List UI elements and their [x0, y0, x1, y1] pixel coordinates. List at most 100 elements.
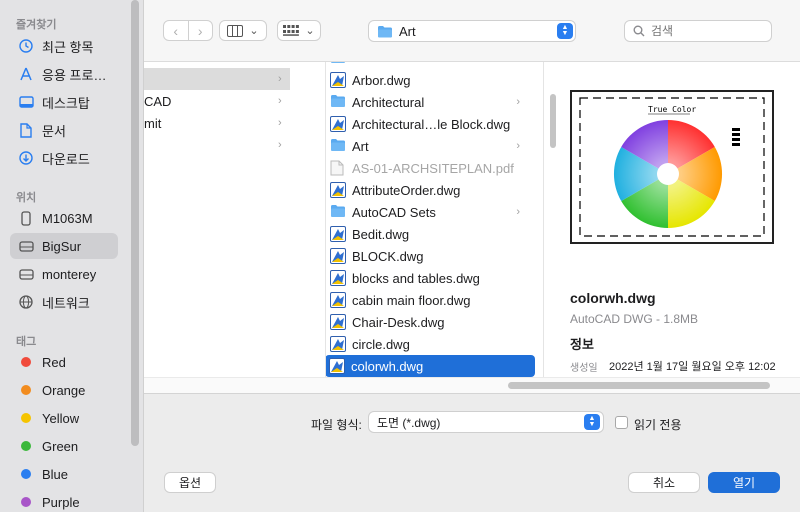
file-name-label: Arbor.dwg	[352, 72, 411, 88]
sidebar-item-label: Red	[42, 354, 66, 370]
pdf-file-icon	[330, 160, 346, 176]
columns-view-icon	[227, 24, 244, 37]
file-row[interactable]: circle.dwg	[326, 333, 534, 355]
chevron-right-icon: ›	[197, 22, 203, 39]
sidebar-item-bigsur[interactable]: BigSur	[10, 233, 118, 259]
bottom-panel: 파일 형식: 도면 (*.dwg) ▲ ▼ 읽기 전용 옵션 취소 열기	[144, 393, 800, 512]
chevron-down-icon: ⌄	[305, 25, 315, 37]
folder-row[interactable]: Art ›	[326, 135, 534, 157]
sidebar-item-label: BigSur	[42, 238, 82, 254]
popup-stepper-icon: ▲ ▼	[557, 23, 573, 39]
toolbar: ‹ › ⌄ ⌄ Art ▲ ▼	[144, 0, 800, 62]
sidebar-item-monterey[interactable]: monterey	[10, 261, 118, 287]
search-input[interactable]	[651, 24, 761, 38]
sidebar-item-label: 데스크탑	[42, 95, 90, 111]
sidebar-tag-yellow[interactable]: Yellow	[10, 405, 118, 431]
dwg-file-icon	[330, 182, 346, 198]
chevron-right-icon: ›	[278, 95, 282, 107]
file-name-label: Art	[352, 138, 369, 154]
file-name-label: AutoCAD Sets	[352, 204, 436, 220]
search-icon	[633, 25, 645, 37]
sidebar-item-recents[interactable]: 최근 항목	[10, 33, 118, 59]
chevron-right-icon: ›	[516, 96, 520, 108]
sidebar-tag-blue[interactable]: Blue	[10, 461, 118, 487]
desktop-icon	[18, 94, 34, 110]
created-label: 생성일	[570, 363, 598, 374]
horizontal-scroll-thumb[interactable]	[508, 382, 770, 389]
folder-icon	[330, 138, 346, 154]
options-button[interactable]: 옵션	[164, 472, 216, 493]
file-row[interactable]: BLOCK.dwg	[326, 245, 534, 267]
column-parent: › CAD › mit › ›	[144, 62, 326, 377]
dwg-file-icon	[330, 336, 346, 352]
list-item[interactable]: mit	[144, 112, 290, 134]
file-row[interactable]: Chair-Desk.dwg	[326, 311, 534, 333]
path-popup[interactable]: Art ▲ ▼	[368, 20, 576, 42]
sidebar-tag-orange[interactable]: Orange	[10, 377, 118, 403]
file-row[interactable]: Bedit.dwg	[326, 223, 534, 245]
group-button[interactable]: ⌄	[277, 20, 321, 41]
dwg-file-icon	[330, 248, 346, 264]
sidebar-item-downloads[interactable]: 다운로드	[10, 145, 118, 171]
file-row[interactable]: Architectural…le Block.dwg	[326, 113, 534, 135]
view-mode-button[interactable]: ⌄	[219, 20, 267, 41]
file-row[interactable]: Arbor.dwg	[326, 69, 534, 91]
file-name-label: Architectural	[352, 94, 425, 110]
read-only-checkbox[interactable]	[615, 416, 628, 429]
preview-pane: True Color colorwh.dwg AutoCAD DWG - 1.8…	[556, 62, 800, 377]
horizontal-scrollbar	[144, 377, 800, 393]
dwg-file-icon	[329, 358, 345, 374]
created-value: 2022년 1월 17일 월요일 오후 12:02	[609, 361, 776, 373]
file-format-value: 도면 (*.dwg)	[377, 415, 441, 430]
sidebar-item-label: Yellow	[42, 410, 80, 426]
file-name-label: blocks and tables.dwg	[352, 270, 480, 286]
sidebar-item-desktop[interactable]: 데스크탑	[10, 89, 118, 115]
dwg-file-icon	[330, 226, 346, 242]
favorites-section-title: 즐겨찾기	[16, 19, 57, 31]
file-format-label: 파일 형식:	[311, 418, 362, 432]
tag-color-dot	[18, 494, 34, 510]
back-button[interactable]: ‹	[164, 21, 188, 40]
sidebar-item-label: M1063M	[42, 210, 93, 226]
dwg-file-icon	[330, 116, 346, 132]
applications-icon	[18, 66, 34, 82]
folder-row[interactable]	[326, 62, 534, 69]
dwg-file-icon	[330, 72, 346, 88]
search-field[interactable]	[624, 20, 772, 42]
file-row[interactable]: colorwh.dwg	[326, 355, 535, 377]
sidebar-tag-red[interactable]: Red	[10, 349, 118, 375]
file-row[interactable]: cabin main floor.dwg	[326, 289, 534, 311]
open-button[interactable]: 열기	[708, 472, 780, 493]
sidebar-item-label: 최근 항목	[42, 39, 94, 55]
file-row[interactable]: blocks and tables.dwg	[326, 267, 534, 289]
sidebar-item-label: Purple	[42, 494, 80, 510]
folder-icon	[330, 94, 346, 110]
sidebar-item-documents[interactable]: 문서	[10, 117, 118, 143]
sidebar-tag-green[interactable]: Green	[10, 433, 118, 459]
file-name-label: AttributeOrder.dwg	[352, 182, 461, 198]
sidebar-scrollbar[interactable]	[131, 0, 139, 446]
chevron-right-icon: ›	[516, 206, 520, 218]
file-name-label: Bedit.dwg	[352, 226, 410, 242]
folder-row[interactable]: Architectural ›	[326, 91, 534, 113]
popup-stepper-icon: ▲ ▼	[584, 414, 600, 430]
sidebar-item-m1063m[interactable]: M1063M	[10, 205, 118, 231]
sidebar-item-network[interactable]: 네트워크	[10, 289, 118, 315]
chevron-left-icon: ‹	[173, 22, 179, 39]
file-format-select[interactable]: 도면 (*.dwg) ▲ ▼	[368, 411, 604, 433]
nav-buttons: ‹ ›	[163, 20, 213, 41]
document-icon	[18, 122, 34, 138]
network-icon	[18, 294, 34, 310]
list-item[interactable]	[144, 68, 290, 90]
list-item[interactable]	[144, 134, 290, 156]
folder-row[interactable]: AutoCAD Sets ›	[326, 201, 534, 223]
forward-button[interactable]: ›	[187, 21, 213, 40]
cancel-button[interactable]: 취소	[628, 472, 700, 493]
file-row: AS-01-ARCHSITEPLAN.pdf	[326, 157, 534, 179]
chevron-right-icon: ›	[278, 117, 282, 129]
file-row[interactable]: AttributeOrder.dwg	[326, 179, 534, 201]
locations-section-title: 위치	[16, 192, 37, 204]
sidebar-item-applications[interactable]: 응용 프로…	[10, 61, 118, 87]
sidebar-tag-purple[interactable]: Purple	[10, 489, 118, 512]
list-item[interactable]: CAD	[144, 90, 290, 112]
